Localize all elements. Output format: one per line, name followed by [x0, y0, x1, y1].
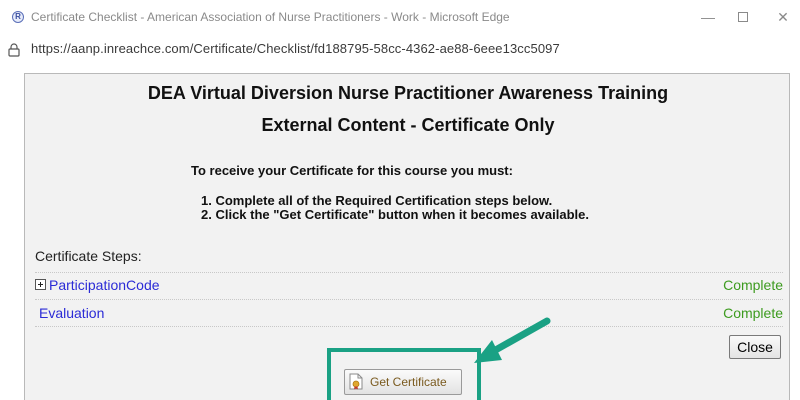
certificate-steps-label: Certificate Steps: [35, 248, 142, 264]
step-row-evaluation: Evaluation Complete [35, 304, 783, 326]
step-status: Complete [723, 305, 783, 321]
divider [35, 272, 783, 273]
instruction-item: 1. Complete all of the Required Certific… [201, 193, 553, 208]
get-certificate-button[interactable]: Get Certificate [344, 369, 462, 395]
instructions-heading: To receive your Certificate for this cou… [191, 163, 513, 178]
instruction-item: 2. Click the "Get Certificate" button wh… [201, 207, 589, 222]
course-title: DEA Virtual Diversion Nurse Practitioner… [147, 83, 669, 103]
window-title: Certificate Checklist - American Associa… [31, 10, 510, 24]
maximize-icon [738, 12, 748, 22]
step-status: Complete [723, 277, 783, 293]
minimize-button[interactable]: — [688, 5, 728, 29]
get-certificate-label[interactable]: Get Certificate [370, 375, 447, 389]
close-button[interactable]: Close [729, 335, 781, 359]
url-text[interactable]: https://aanp.inreachce.com/Certificate/C… [31, 41, 560, 56]
step-link-participationcode[interactable]: ParticipationCode [49, 277, 160, 293]
certificate-icon [349, 373, 363, 390]
instructions-list: 1. Complete all of the Required Certific… [201, 194, 589, 222]
address-bar[interactable]: https://aanp.inreachce.com/Certificate/C… [0, 34, 800, 64]
lock-icon [8, 43, 20, 57]
window-titlebar: R Certificate Checklist - American Assoc… [0, 0, 800, 34]
divider [35, 299, 783, 300]
step-row-participationcode: ParticipationCode Complete [35, 276, 783, 298]
expand-plus-icon[interactable] [35, 279, 46, 290]
course-subtitle: External Content - Certificate Only [261, 115, 555, 135]
step-link-evaluation[interactable]: Evaluation [39, 305, 104, 321]
close-window-button[interactable]: ✕ [763, 5, 800, 29]
divider [35, 326, 783, 327]
maximize-button[interactable] [723, 5, 763, 29]
edge-app-icon: R [12, 11, 24, 23]
